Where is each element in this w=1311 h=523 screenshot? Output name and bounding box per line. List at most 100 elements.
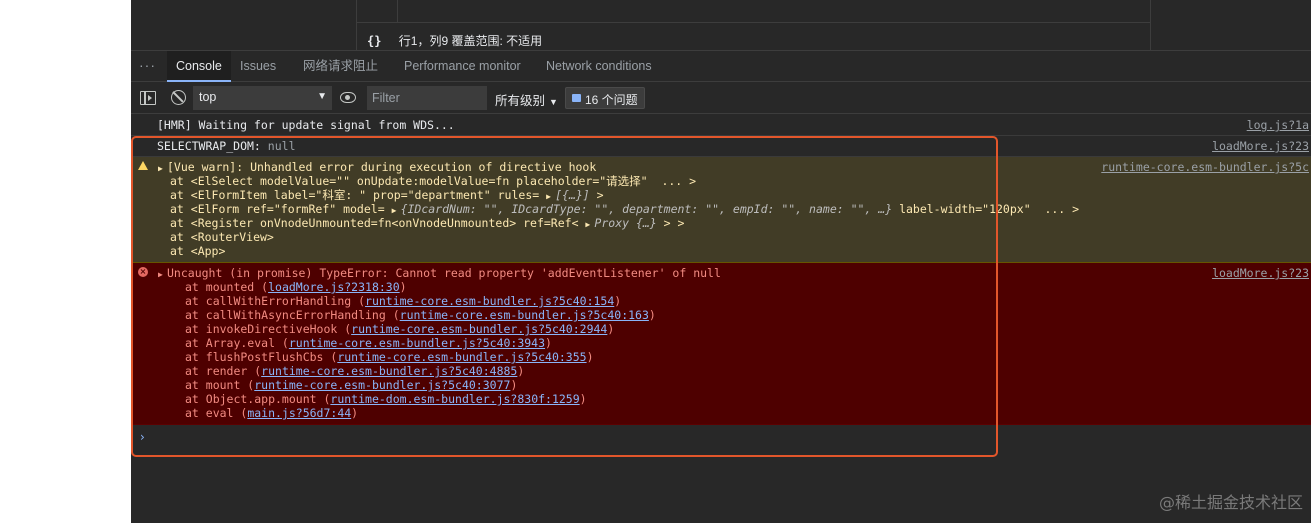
frame-function: at mounted ( <box>185 280 269 294</box>
frame-function: at Array.eval ( <box>185 336 289 350</box>
frame-function: at callWithAsyncErrorHandling ( <box>185 308 400 322</box>
frame-link[interactable]: runtime-core.esm-bundler.js?5c40:3077 <box>254 378 510 392</box>
frame-link[interactable]: runtime-dom.esm-bundler.js?830f:1259 <box>330 392 579 406</box>
source-link[interactable]: log.js?1a <box>1247 118 1309 132</box>
trace-text-tail: label-width="120px" ... > <box>892 202 1080 216</box>
frame-function: at invokeDirectiveHook ( <box>185 322 352 336</box>
warning-trace-line: at <ElSelect modelValue="" onUpdate:mode… <box>170 174 697 188</box>
stack-frame: at mounted (loadMore.js?2318:30) <box>158 280 1311 294</box>
issue-flag-icon <box>572 94 581 102</box>
source-link[interactable]: loadMore.js?23 <box>1212 139 1309 153</box>
chevron-down-icon: ▼ <box>549 97 558 107</box>
message-text: [HMR] Waiting for update signal from WDS… <box>157 118 455 132</box>
frame-function: at Object.app.mount ( <box>185 392 331 406</box>
trace-text-tail: > <box>589 188 604 202</box>
log-message-hmr: [HMR] Waiting for update signal from WDS… <box>131 115 1311 136</box>
console-prompt[interactable]: › <box>131 425 1311 449</box>
warning-trace-line: at <ElForm ref="formRef" model= ▶ {IDcard… <box>158 202 1311 216</box>
frame-link[interactable]: runtime-core.esm-bundler.js?5c40:154 <box>365 294 614 308</box>
object-preview[interactable]: Proxy {…} <box>594 216 656 230</box>
warning-title: [Vue warn]: Unhandled error during execu… <box>167 160 597 174</box>
gutter-divider <box>397 0 398 22</box>
warning-message[interactable]: runtime-core.esm-bundler.js?5c ▶ [Vue war… <box>131 157 1311 263</box>
stack-frame: at eval (main.js?56d7:44) <box>158 406 1311 420</box>
frame-close: ) <box>510 378 518 392</box>
warning-trace-line: at <RouterView> <box>170 230 274 244</box>
warning-icon <box>138 161 148 170</box>
stack-frame: at callWithAsyncErrorHandling (runtime-c… <box>158 308 1311 322</box>
context-selector[interactable]: top ▼ <box>193 86 332 110</box>
console-toolbar: top ▼ 所有级别▼ 16 个问题 <box>131 82 1311 114</box>
frame-link[interactable]: runtime-core.esm-bundler.js?5c40:3943 <box>289 336 545 350</box>
frame-close: ) <box>351 406 359 420</box>
frame-close: ) <box>545 336 552 350</box>
issues-count-label: 16 个问题 <box>585 93 638 107</box>
prompt-chevron-icon: › <box>140 430 145 444</box>
frame-close: ) <box>586 350 594 364</box>
trace-text: at <ElForm ref="formRef" model= <box>170 202 392 216</box>
live-expression-eye-icon[interactable] <box>340 92 356 103</box>
stack-frame: at Array.eval (runtime-core.esm-bundler.… <box>158 336 1311 350</box>
stack-frame: at flushPostFlushCbs (runtime-core.esm-b… <box>158 350 1311 364</box>
pretty-print-button[interactable]: {} <box>367 34 381 48</box>
stack-frame: at callWithErrorHandling (runtime-core.e… <box>158 294 1311 308</box>
frame-function: at callWithErrorHandling ( <box>185 294 366 308</box>
console-messages: [HMR] Waiting for update signal from WDS… <box>131 115 1311 449</box>
frame-close: ) <box>579 392 587 406</box>
stack-frame: at invokeDirectiveHook (runtime-core.esm… <box>158 322 1311 336</box>
source-link[interactable]: runtime-core.esm-bundler.js?5c <box>1101 160 1309 174</box>
log-levels-dropdown[interactable]: 所有级别 ▼ <box>495 90 558 109</box>
tab-issues[interactable]: Issues <box>231 51 285 82</box>
frame-function: at mount ( <box>185 378 255 392</box>
tab-console[interactable]: Console <box>167 51 231 82</box>
error-message[interactable]: × loadMore.js?23 ▶ Uncaught (in promise) … <box>131 263 1311 425</box>
stack-frame: at mount (runtime-core.esm-bundler.js?5c… <box>158 378 1311 392</box>
clear-console-icon[interactable] <box>171 90 186 105</box>
editor-strip: {} 行1，列9 覆盖范围: 不适用 <box>131 0 1311 50</box>
expand-triangle-icon[interactable]: ▶ <box>158 268 167 282</box>
stack-frame: at render (runtime-core.esm-bundler.js?5… <box>158 364 1311 378</box>
warning-trace-line: at <ElFormItem label="科室: " prop="depart… <box>158 188 1311 202</box>
stack-frame: at Object.app.mount (runtime-dom.esm-bun… <box>158 392 1311 406</box>
frame-function: at eval ( <box>185 406 248 420</box>
frame-function: at render ( <box>185 364 262 378</box>
expand-triangle-icon[interactable]: ▶ <box>158 162 167 176</box>
tab-performance-monitor[interactable]: Performance monitor <box>395 51 530 82</box>
message-value: null <box>267 139 296 153</box>
frame-link[interactable]: runtime-core.esm-bundler.js?5c40:163 <box>400 308 649 322</box>
trace-text: at <Register onVnodeUnmounted=fn<onVnode… <box>170 216 586 230</box>
log-message-selectwrap: SELECTWRAP_DOM: null loadMore.js?23 <box>131 136 1311 157</box>
filter-input[interactable] <box>367 86 487 110</box>
drawer-tab-bar: ··· Console Issues 网络请求阻止 Performance mo… <box>131 50 1311 82</box>
more-tabs-icon[interactable]: ··· <box>139 57 156 73</box>
show-sidebar-icon[interactable] <box>140 91 156 105</box>
log-levels-label: 所有级别 <box>495 94 546 108</box>
object-preview[interactable]: [{…}] <box>555 188 590 202</box>
frame-link[interactable]: runtime-core.esm-bundler.js?5c40:2944 <box>351 322 607 336</box>
devtools-panel: {} 行1，列9 覆盖范围: 不适用 ··· Console Issues 网络… <box>131 0 1311 523</box>
source-link[interactable]: loadMore.js?23 <box>1212 266 1309 280</box>
tab-network-request-blocking[interactable]: 网络请求阻止 <box>294 51 387 82</box>
issues-count-button[interactable]: 16 个问题 <box>565 87 645 109</box>
object-preview[interactable]: {IDcardNum: "", IDcardType: "", departme… <box>401 202 893 216</box>
warning-trace-line: at <Register onVnodeUnmounted=fn<onVnode… <box>158 216 1311 230</box>
frame-link[interactable]: loadMore.js?2318:30 <box>268 280 400 294</box>
trace-text-tail: > > <box>656 216 685 230</box>
frame-link[interactable]: runtime-core.esm-bundler.js?5c40:4885 <box>261 364 517 378</box>
editor-pane: {} 行1，列9 覆盖范围: 不适用 <box>356 0 1151 50</box>
context-value: top <box>199 90 217 104</box>
frame-close: ) <box>517 364 525 378</box>
chevron-down-icon: ▼ <box>317 91 327 102</box>
error-icon: × <box>138 267 148 277</box>
watermark: @稀土掘金技术社区 <box>1158 493 1303 512</box>
frame-close: ) <box>607 322 615 336</box>
frame-close: ) <box>614 294 622 308</box>
frame-link[interactable]: runtime-core.esm-bundler.js?5c40:355 <box>337 350 586 364</box>
error-title: Uncaught (in promise) TypeError: Cannot … <box>167 266 721 280</box>
tab-network-conditions[interactable]: Network conditions <box>537 51 661 82</box>
frame-close: ) <box>648 308 656 322</box>
cursor-position: 行1，列9 覆盖范围: 不适用 <box>398 34 543 48</box>
frame-link[interactable]: main.js?56d7:44 <box>247 406 351 420</box>
editor-separator <box>357 22 1150 23</box>
trace-text: at <ElFormItem label="科室: " prop="depart… <box>170 188 547 202</box>
